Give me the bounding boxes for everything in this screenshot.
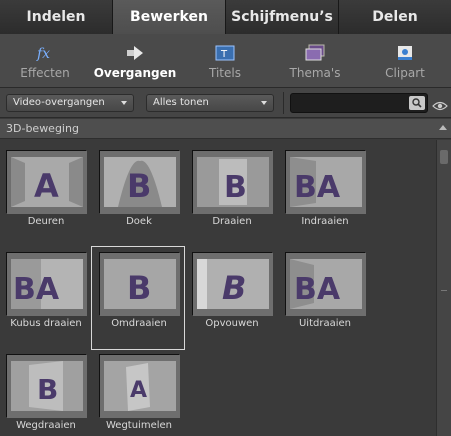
svg-text:T: T (220, 49, 228, 60)
tab-bewerken[interactable]: Bewerken (113, 0, 226, 34)
transition-thumbnail: A (99, 354, 180, 418)
chevron-down-icon (121, 101, 127, 105)
toolbar-titels-label: Titels (209, 66, 241, 80)
transition-label: Opvouwen (205, 318, 259, 329)
transition-thumbnail: BA (6, 252, 87, 316)
workspace-tabs: Indelen Bewerken Schijfmenu’s Delen (0, 0, 451, 34)
transition-label: Draaien (212, 216, 252, 227)
svg-text:A: A (130, 378, 147, 403)
tab-delen[interactable]: Delen (339, 0, 451, 34)
svg-text:B: B (37, 373, 58, 406)
filter-bar: Video-overgangen Alles tonen (0, 88, 451, 118)
toolbar-overgangen-label: Overgangen (93, 66, 177, 80)
category-dropdown[interactable]: Video-overgangen (6, 94, 134, 112)
toolbar-clipart-label: Clipart (385, 66, 425, 80)
svg-text:BA: BA (13, 272, 60, 307)
toolbar-effecten-label: Effecten (20, 66, 70, 80)
transition-thumbnail: B (6, 354, 87, 418)
transition-item[interactable]: A Wegtuimelen (97, 354, 181, 436)
svg-text:B: B (224, 170, 247, 205)
fx-icon: fx (34, 44, 56, 62)
show-dropdown-value: Alles tonen (153, 97, 209, 108)
transition-label: Doek (126, 216, 152, 227)
edit-toolbar: fx Effecten Overgangen T Titels Thema's … (0, 34, 451, 88)
transition-arrow-icon (124, 44, 146, 62)
category-dropdown-value: Video-overgangen (13, 97, 105, 108)
section-header[interactable]: 3D-beweging (0, 119, 451, 139)
chevron-down-icon (261, 101, 267, 105)
collapse-arrow-icon[interactable] (439, 125, 447, 130)
search-button[interactable] (409, 96, 425, 110)
themes-icon (304, 44, 326, 62)
titles-icon: T (214, 44, 236, 62)
toolbar-overgangen[interactable]: Overgangen (90, 34, 180, 88)
scrollbar-thumb[interactable] (440, 150, 448, 164)
toolbar-themas-label: Thema's (289, 66, 341, 80)
transition-label: Wegdraaien (16, 420, 76, 431)
transition-thumbnail: A (6, 150, 87, 214)
transition-item[interactable]: B Draaien (190, 150, 274, 234)
svg-text:BA: BA (294, 170, 341, 205)
svg-text:B: B (127, 167, 151, 205)
transition-item[interactable]: B Doek (97, 150, 181, 234)
transition-item[interactable]: A Deuren (4, 150, 88, 234)
transition-label: Omdraaien (111, 318, 167, 329)
transition-item-selected[interactable]: B Omdraaien (91, 246, 185, 350)
transition-label: Uitdraaien (298, 318, 351, 329)
search-icon (412, 98, 422, 108)
transition-item[interactable]: B Opvouwen (190, 252, 274, 336)
divider (283, 92, 284, 114)
transition-label: Wegtuimelen (105, 420, 172, 431)
svg-text:BA: BA (294, 272, 341, 307)
transition-thumbnail: B (192, 252, 273, 316)
tab-schijfmenus[interactable]: Schijfmenu’s (226, 0, 339, 34)
transition-label: Indraaien (301, 216, 349, 227)
search-input[interactable] (290, 93, 428, 113)
section-title: 3D-beweging (6, 122, 79, 135)
transition-item[interactable]: B Wegdraaien (4, 354, 88, 436)
toolbar-titels[interactable]: T Titels (180, 34, 270, 88)
show-dropdown[interactable]: Alles tonen (146, 94, 274, 112)
transition-thumbnail: B (192, 150, 273, 214)
transition-label: Deuren (27, 216, 65, 227)
toolbar-themas[interactable]: Thema's (270, 34, 360, 88)
transition-item[interactable]: BA Indraaien (283, 150, 367, 234)
toolbar-effecten[interactable]: fx Effecten (0, 34, 90, 88)
svg-text:B: B (127, 269, 151, 307)
transition-thumbnail: B (99, 150, 180, 214)
transition-thumbnail: BA (285, 150, 366, 214)
scrollbar[interactable] (436, 140, 451, 436)
clipart-icon (394, 44, 416, 62)
transition-grid: A Deuren B Doek B Draaien BA Indraaien B… (0, 140, 436, 436)
transition-label: Kubus draaien (10, 318, 82, 329)
transition-item[interactable]: BA Uitdraaien (283, 252, 367, 336)
scrollbar-grip (441, 290, 447, 291)
tab-indelen[interactable]: Indelen (0, 0, 113, 34)
svg-text:A: A (34, 167, 59, 205)
svg-text:B: B (222, 269, 246, 307)
eye-icon[interactable] (432, 97, 448, 116)
transition-item[interactable]: BA Kubus draaien (4, 252, 88, 336)
transition-thumbnail: BA (285, 252, 366, 316)
transition-thumbnail: B (99, 252, 180, 316)
svg-text:fx: fx (36, 46, 50, 62)
toolbar-clipart[interactable]: Clipart (360, 34, 450, 88)
